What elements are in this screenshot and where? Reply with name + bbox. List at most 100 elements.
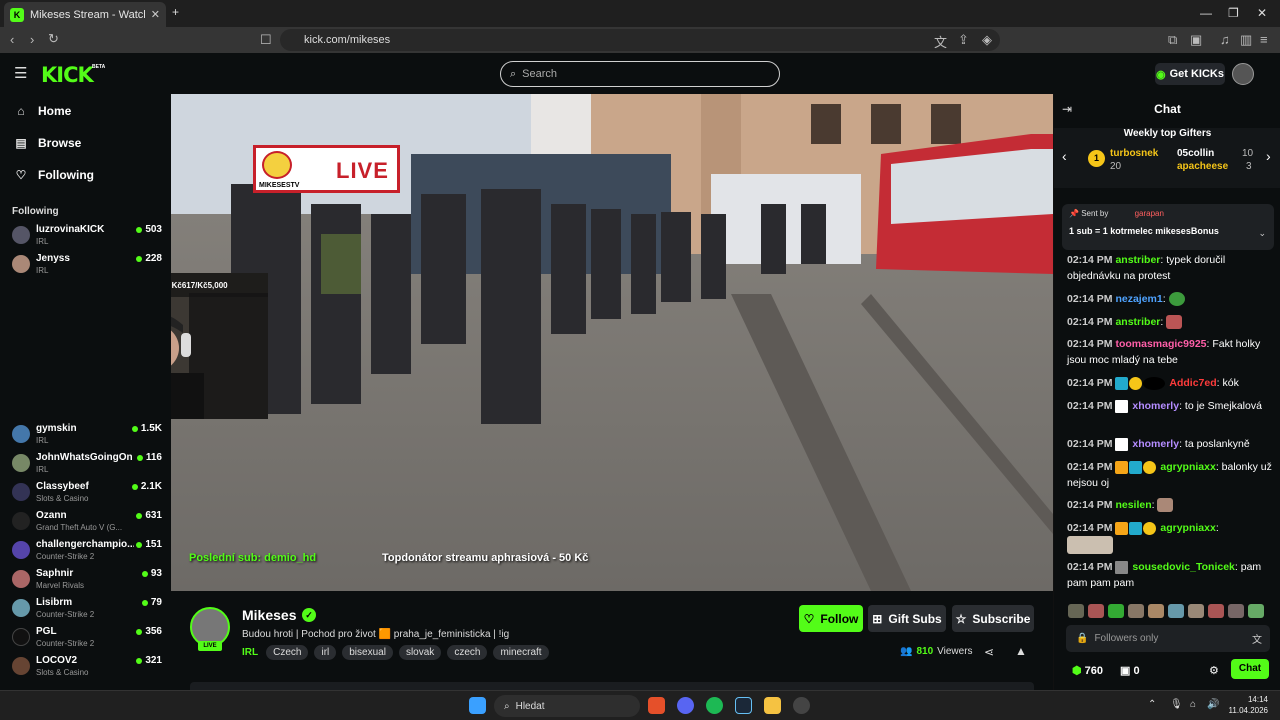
tag[interactable]: czech: [447, 645, 488, 660]
music-icon[interactable]: ♫: [1220, 32, 1230, 47]
brave-icon[interactable]: [648, 697, 665, 714]
start-icon[interactable]: [469, 697, 486, 714]
emote-icon[interactable]: [1248, 604, 1264, 618]
tag[interactable]: irl: [314, 645, 337, 660]
tag[interactable]: slovak: [398, 645, 442, 660]
expand-pinned-icon[interactable]: ⌄: [1258, 228, 1266, 239]
points-display[interactable]: ⬢ 760: [1072, 664, 1103, 677]
translate-icon[interactable]: 文: [1252, 631, 1262, 646]
settings-icon[interactable]: ⚙: [1209, 664, 1219, 677]
followed-channel[interactable]: JohnWhatsGoingOn IRL 116: [12, 452, 162, 480]
tag[interactable]: bisexual: [342, 645, 393, 660]
emote-icon[interactable]: [1108, 604, 1124, 618]
close-window-icon[interactable]: ✕: [1257, 6, 1267, 20]
get-kicks-button[interactable]: ◉ Get KICKs: [1155, 63, 1225, 85]
spotify-icon[interactable]: [706, 697, 723, 714]
followed-channel[interactable]: Ozann Grand Theft Auto V (G... 631: [12, 510, 162, 538]
viewers-label: Viewers: [937, 646, 973, 657]
share-icon[interactable]: ⇪: [958, 32, 969, 48]
channel-category: Marvel Rivals: [36, 581, 85, 590]
sub-badge-icon: [1115, 376, 1129, 390]
file-explorer-icon[interactable]: [764, 697, 781, 714]
emote-icon[interactable]: [1128, 604, 1144, 618]
volume-icon[interactable]: 🔊: [1207, 699, 1219, 710]
reload-icon[interactable]: ↻: [48, 31, 59, 47]
followed-channel[interactable]: gymskin IRL 1.5K: [12, 423, 162, 451]
video-player[interactable]: MARATHON GOAL - ELDEN RING: Kč617/Kč5,00…: [171, 94, 1053, 591]
overlay-brand: MIKESESTV: [259, 182, 300, 189]
kick-logo[interactable]: KICK: [41, 63, 94, 87]
gift-subs-button[interactable]: ⊞ Gift Subs: [868, 605, 946, 632]
followed-channel[interactable]: Saphnir Marvel Rivals 93: [12, 568, 162, 596]
chat-panel: ⇥ Chat Weekly top Gifters ‹ › 1 turbosne…: [1053, 94, 1280, 690]
tag[interactable]: minecraft: [493, 645, 549, 660]
emote-icon[interactable]: [1088, 604, 1104, 618]
mic-icon[interactable]: 🎙: [1170, 699, 1183, 710]
extensions-icon[interactable]: ⧉: [1168, 32, 1177, 48]
store-display[interactable]: ▣ 0: [1120, 664, 1140, 677]
tray-chevron-icon[interactable]: ⌃: [1148, 699, 1156, 710]
channel-avatar: [12, 512, 30, 530]
back-icon[interactable]: ‹: [10, 32, 14, 47]
chat-send-button[interactable]: Chat: [1231, 659, 1269, 679]
followed-channel[interactable]: luzrovinaKICK IRL 503: [12, 224, 162, 252]
report-icon[interactable]: ▲: [1015, 644, 1027, 658]
close-tab-icon[interactable]: ✕: [151, 8, 160, 21]
taskbar-clock[interactable]: 14:14 11.04.2026: [1224, 694, 1268, 716]
search-input[interactable]: ⌕ Search: [500, 61, 780, 87]
user-avatar[interactable]: [1232, 63, 1254, 85]
tag-list: IRL Czech irl bisexual slovak czech mine…: [242, 645, 549, 660]
url-field[interactable]: kick.com/mikeses: [280, 29, 1000, 51]
chevron-right-icon[interactable]: ›: [1266, 148, 1271, 164]
pinned-message[interactable]: 📌 Sent by garapan 1 sub = 1 kotrmelec mi…: [1062, 204, 1274, 250]
follow-button[interactable]: ♡ Follow: [799, 605, 863, 632]
share-icon[interactable]: ⋖: [984, 645, 994, 659]
menu-icon[interactable]: ≡: [1260, 32, 1268, 47]
tag[interactable]: Czech: [266, 645, 309, 660]
pinned-header: 📌 Sent by garapan: [1069, 209, 1267, 218]
verified-icon: ✓: [302, 608, 316, 622]
gifter-name[interactable]: 05collin: [1177, 148, 1214, 159]
minimize-icon[interactable]: —: [1200, 6, 1212, 20]
network-icon[interactable]: ⌂: [1190, 699, 1196, 710]
chat-input[interactable]: 🔒 Followers only 文: [1066, 625, 1270, 652]
emote-icon[interactable]: [1208, 604, 1224, 618]
hamburger-menu-icon[interactable]: ☰: [14, 64, 27, 82]
discord-icon[interactable]: [677, 697, 694, 714]
emote-icon[interactable]: [1188, 604, 1204, 618]
shield-icon[interactable]: ◈: [982, 32, 992, 48]
category-link[interactable]: IRL: [242, 647, 258, 658]
channel-name[interactable]: Mikeses: [242, 607, 296, 623]
gifter-name[interactable]: apacheese: [1177, 161, 1228, 172]
forward-icon[interactable]: ›: [30, 32, 34, 47]
gifter-badge-icon: [1143, 460, 1157, 474]
taskbar-search[interactable]: ⌕ Hledat: [494, 695, 640, 717]
gifter-name[interactable]: turbosnek: [1110, 148, 1158, 159]
followed-channel[interactable]: Classybeef Slots & Casino 2.1K: [12, 481, 162, 509]
wallet-icon[interactable]: ▣: [1190, 32, 1202, 48]
sidebar-item-browse[interactable]: ▤ Browse: [14, 136, 81, 150]
channel-category: IRL: [36, 266, 49, 275]
channel-avatar: [12, 541, 30, 559]
browser-tab[interactable]: K Mikeses Stream - Watch Live ✕: [4, 2, 166, 27]
followed-channel[interactable]: Lisibrm Counter-Strike 2 79: [12, 597, 162, 625]
translate-icon[interactable]: 文: [934, 32, 947, 51]
restore-icon[interactable]: ❐: [1228, 6, 1239, 20]
chevron-left-icon[interactable]: ‹: [1062, 148, 1067, 164]
emote-icon[interactable]: [1148, 604, 1164, 618]
followed-channel[interactable]: LOCOV2 Slots & Casino 321: [12, 655, 162, 683]
emote-icon[interactable]: [1228, 604, 1244, 618]
followed-channel[interactable]: challengerchampio... Counter-Strike 2 15…: [12, 539, 162, 567]
emote-icon[interactable]: [1068, 604, 1084, 618]
obs-icon[interactable]: [793, 697, 810, 714]
steam-icon[interactable]: [735, 697, 752, 714]
emote-icon[interactable]: [1168, 604, 1184, 618]
followed-channel[interactable]: PGL Counter-Strike 2 356: [12, 626, 162, 654]
sidebar-item-following[interactable]: ♡ Following: [14, 168, 94, 182]
followed-channel[interactable]: Jenyss IRL 228: [12, 253, 162, 281]
sidebar-toggle-icon[interactable]: ▥: [1240, 32, 1252, 48]
sidebar-item-home[interactable]: ⌂ Home: [14, 104, 71, 118]
new-tab-icon[interactable]: +: [172, 5, 179, 19]
subscribe-button[interactable]: ☆ Subscribe: [952, 605, 1034, 632]
bookmark-icon[interactable]: ☐: [260, 32, 272, 48]
